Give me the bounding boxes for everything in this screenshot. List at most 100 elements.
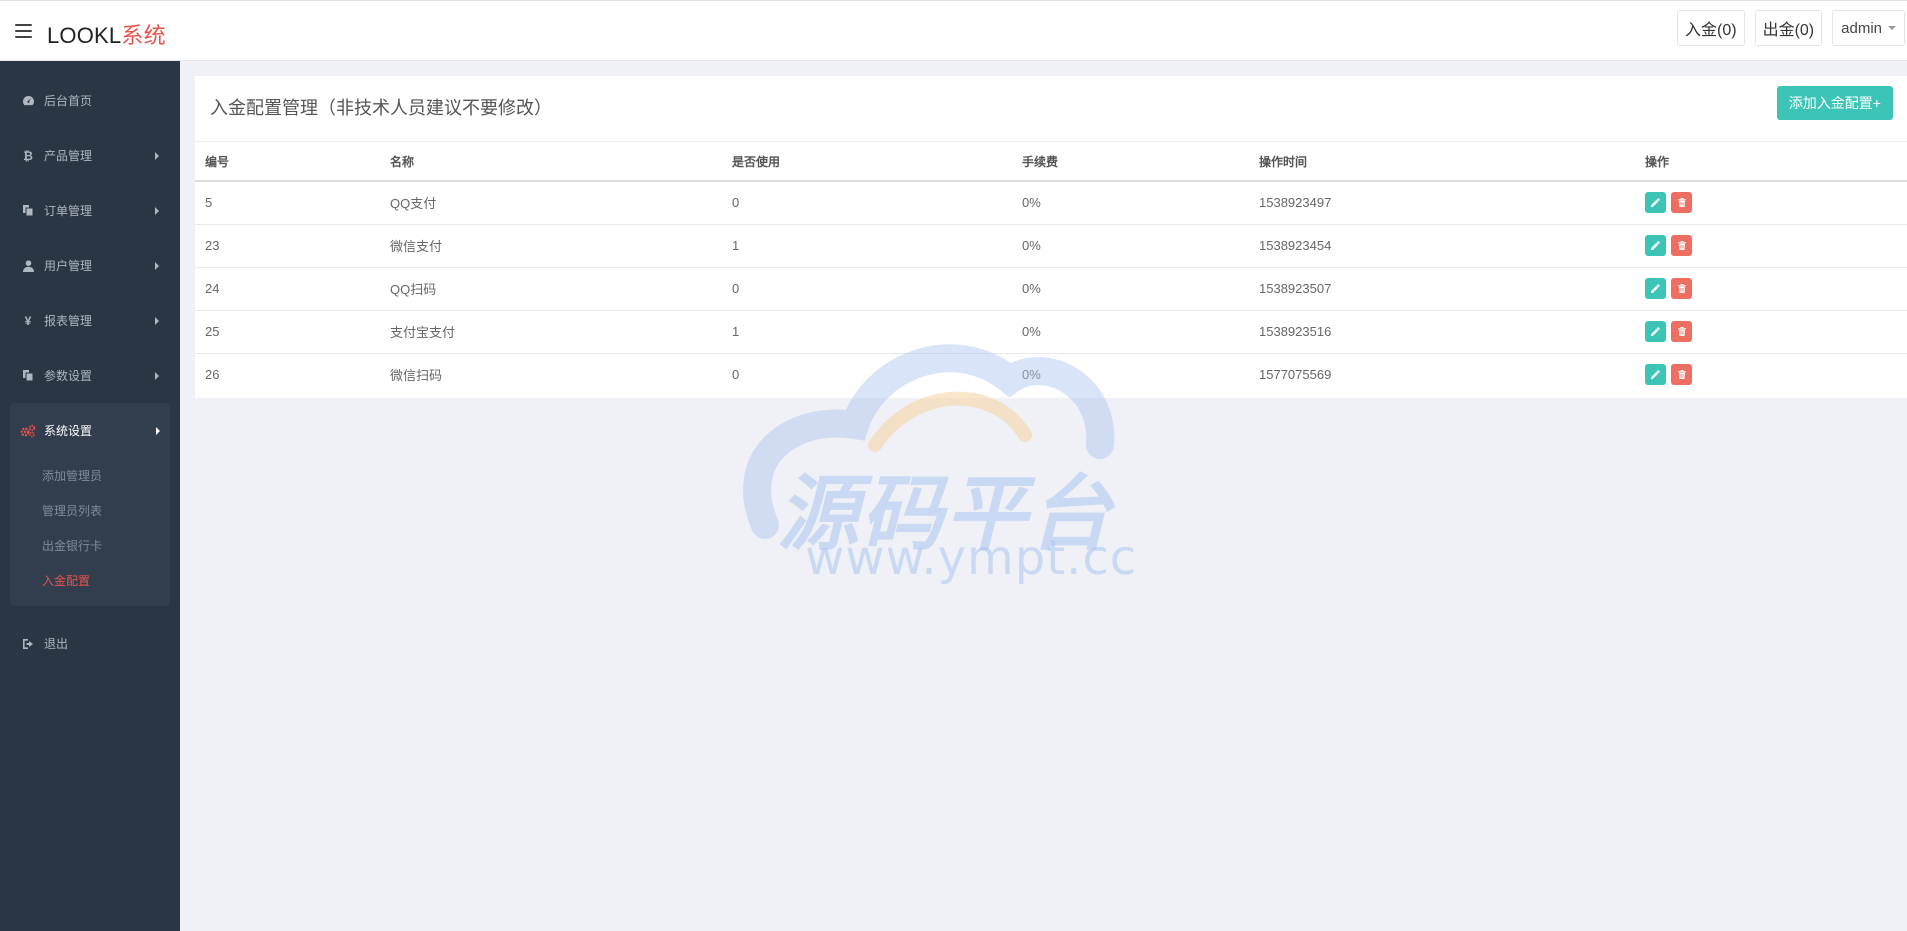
deposit-button[interactable]: 入金(0) bbox=[1677, 10, 1745, 46]
chevron-right-icon bbox=[155, 207, 159, 215]
brand-logo: LOOKL系统 bbox=[47, 18, 166, 50]
cell-actions bbox=[1635, 224, 1907, 268]
sidebar-item-label: 产品管理 bbox=[44, 149, 93, 163]
brand-accent: 系统 bbox=[121, 23, 166, 48]
pencil-icon bbox=[1651, 198, 1660, 208]
edit-button[interactable] bbox=[1645, 192, 1666, 214]
watermark-text: 源码平台 bbox=[777, 467, 1113, 562]
cell-fee: 0% bbox=[1012, 310, 1249, 354]
trash-icon bbox=[1677, 198, 1686, 208]
column-header: 操作 bbox=[1635, 142, 1907, 182]
column-header: 是否使用 bbox=[722, 142, 1012, 182]
sidebar-item-home[interactable]: 后台首页 bbox=[0, 73, 180, 128]
cell-id: 25 bbox=[195, 310, 380, 354]
cell-time: 1538923507 bbox=[1249, 267, 1635, 311]
table-row: 26 微信扫码 0 0% 1577075569 bbox=[195, 353, 1907, 396]
menu-toggle-icon[interactable] bbox=[15, 24, 32, 38]
pencil-icon bbox=[1651, 284, 1660, 293]
cell-id: 23 bbox=[195, 224, 380, 268]
withdraw-button[interactable]: 出金(0) bbox=[1754, 10, 1823, 46]
table-header-row: 编号 名称 是否使用 手续费 操作时间 操作 bbox=[195, 142, 1907, 182]
dashboard-icon bbox=[20, 95, 36, 107]
cell-actions bbox=[1635, 267, 1907, 311]
chevron-right-icon bbox=[155, 372, 159, 380]
table-row: 24 QQ扫码 0 0% 1538923507 bbox=[195, 267, 1907, 311]
sidebar-item-users[interactable]: 用户管理 bbox=[0, 238, 180, 293]
delete-button[interactable] bbox=[1671, 192, 1692, 214]
sidebar-item-orders[interactable]: 订单管理 bbox=[0, 183, 180, 238]
cell-actions bbox=[1635, 181, 1907, 225]
watermark-url: www.ympt.cc bbox=[805, 530, 1138, 586]
header-actions: 入金(0) 出金(0) admin bbox=[1677, 10, 1905, 46]
cell-name: QQ支付 bbox=[380, 181, 722, 225]
cell-enabled: 0 bbox=[722, 181, 1012, 225]
cell-id: 24 bbox=[195, 267, 380, 311]
cell-actions bbox=[1635, 353, 1907, 396]
cell-enabled: 1 bbox=[722, 224, 1012, 268]
cell-fee: 0% bbox=[1012, 224, 1249, 268]
cell-fee: 0% bbox=[1022, 367, 1041, 383]
trash-icon bbox=[1677, 241, 1686, 250]
user-menu[interactable]: admin bbox=[1832, 10, 1905, 46]
logout-icon bbox=[20, 638, 36, 650]
sidebar-item-params[interactable]: 参数设置 bbox=[0, 348, 180, 403]
cogs-icon bbox=[20, 424, 36, 438]
table-row: 5 QQ支付 0 0% 1538923497 bbox=[195, 181, 1907, 225]
user-icon bbox=[20, 259, 36, 272]
delete-button[interactable] bbox=[1671, 235, 1692, 256]
chevron-right-icon bbox=[155, 262, 159, 270]
edit-button[interactable] bbox=[1645, 235, 1666, 256]
column-header: 名称 bbox=[380, 142, 722, 182]
sidebar-item-products[interactable]: ₿ 产品管理 bbox=[0, 128, 180, 183]
sidebar-item-logout[interactable]: 退出 bbox=[0, 616, 180, 671]
cell-id: 5 bbox=[195, 181, 380, 225]
copy-icon bbox=[20, 369, 36, 382]
sidebar-item-label: 系统设置 bbox=[44, 424, 93, 438]
delete-button[interactable] bbox=[1671, 321, 1692, 342]
sidebar-subitem-admin-list[interactable]: 管理员列表 bbox=[10, 493, 170, 528]
yen-icon: ¥ bbox=[24, 313, 32, 328]
cell-enabled: 1 bbox=[722, 310, 1012, 354]
cell-name: 微信支付 bbox=[380, 224, 722, 268]
chevron-right-icon bbox=[155, 152, 159, 160]
chevron-right-icon bbox=[155, 317, 159, 325]
add-deposit-config-button[interactable]: 添加入金配置+ bbox=[1776, 86, 1893, 120]
column-header: 编号 bbox=[195, 142, 380, 182]
chevron-right-icon bbox=[156, 427, 160, 435]
deposit-config-panel: 入金配置管理（非技术人员建议不要修改） 添加入金配置+ 编号 名称 是否使用 手… bbox=[195, 76, 1907, 398]
user-name: admin bbox=[1841, 19, 1882, 37]
sidebar-item-label: 订单管理 bbox=[44, 204, 93, 218]
sidebar-group-system: 系统设置 添加管理员 管理员列表 出金银行卡 入金配置 bbox=[10, 403, 170, 606]
cell-time: 1538923516 bbox=[1249, 310, 1635, 354]
sidebar-subitem-bank-card[interactable]: 出金银行卡 bbox=[10, 528, 170, 563]
top-header: LOOKL系统 入金(0) 出金(0) admin bbox=[0, 0, 1907, 61]
edit-button[interactable] bbox=[1645, 321, 1666, 342]
column-header: 操作时间 bbox=[1249, 142, 1635, 182]
sidebar-subitem-deposit-config[interactable]: 入金配置 bbox=[10, 563, 170, 598]
pencil-icon bbox=[1651, 327, 1660, 336]
sidebar-item-system-settings[interactable]: 系统设置 bbox=[10, 403, 170, 458]
edit-button[interactable] bbox=[1645, 364, 1666, 386]
delete-button[interactable] bbox=[1671, 278, 1692, 299]
sidebar-item-label: 参数设置 bbox=[44, 369, 93, 383]
edit-button[interactable] bbox=[1645, 278, 1666, 299]
copy-icon bbox=[20, 204, 36, 217]
cell-time: 1577075569 bbox=[1259, 367, 1332, 383]
cell-name: 支付宝支付 bbox=[380, 310, 722, 354]
sidebar-item-label: 用户管理 bbox=[44, 259, 93, 273]
trash-icon bbox=[1677, 327, 1686, 336]
delete-button[interactable] bbox=[1671, 364, 1692, 386]
sidebar: 后台首页 ₿ 产品管理 订单管理 用户管理 ¥ 报表管理 参数设置 系统设置 添… bbox=[0, 61, 180, 931]
page-title: 入金配置管理（非技术人员建议不要修改） bbox=[210, 98, 552, 118]
sidebar-item-reports[interactable]: ¥ 报表管理 bbox=[0, 293, 180, 348]
brand-main: LOOKL bbox=[47, 23, 122, 48]
cell-name: 微信扫码 bbox=[390, 368, 443, 384]
cell-time: 1538923497 bbox=[1249, 181, 1635, 225]
cell-actions bbox=[1635, 310, 1907, 354]
cell-time: 1538923454 bbox=[1249, 224, 1635, 268]
column-header: 手续费 bbox=[1012, 142, 1249, 182]
trash-icon bbox=[1677, 370, 1686, 380]
trash-icon bbox=[1677, 284, 1686, 293]
pencil-icon bbox=[1651, 241, 1660, 250]
sidebar-subitem-add-admin[interactable]: 添加管理员 bbox=[10, 458, 170, 493]
